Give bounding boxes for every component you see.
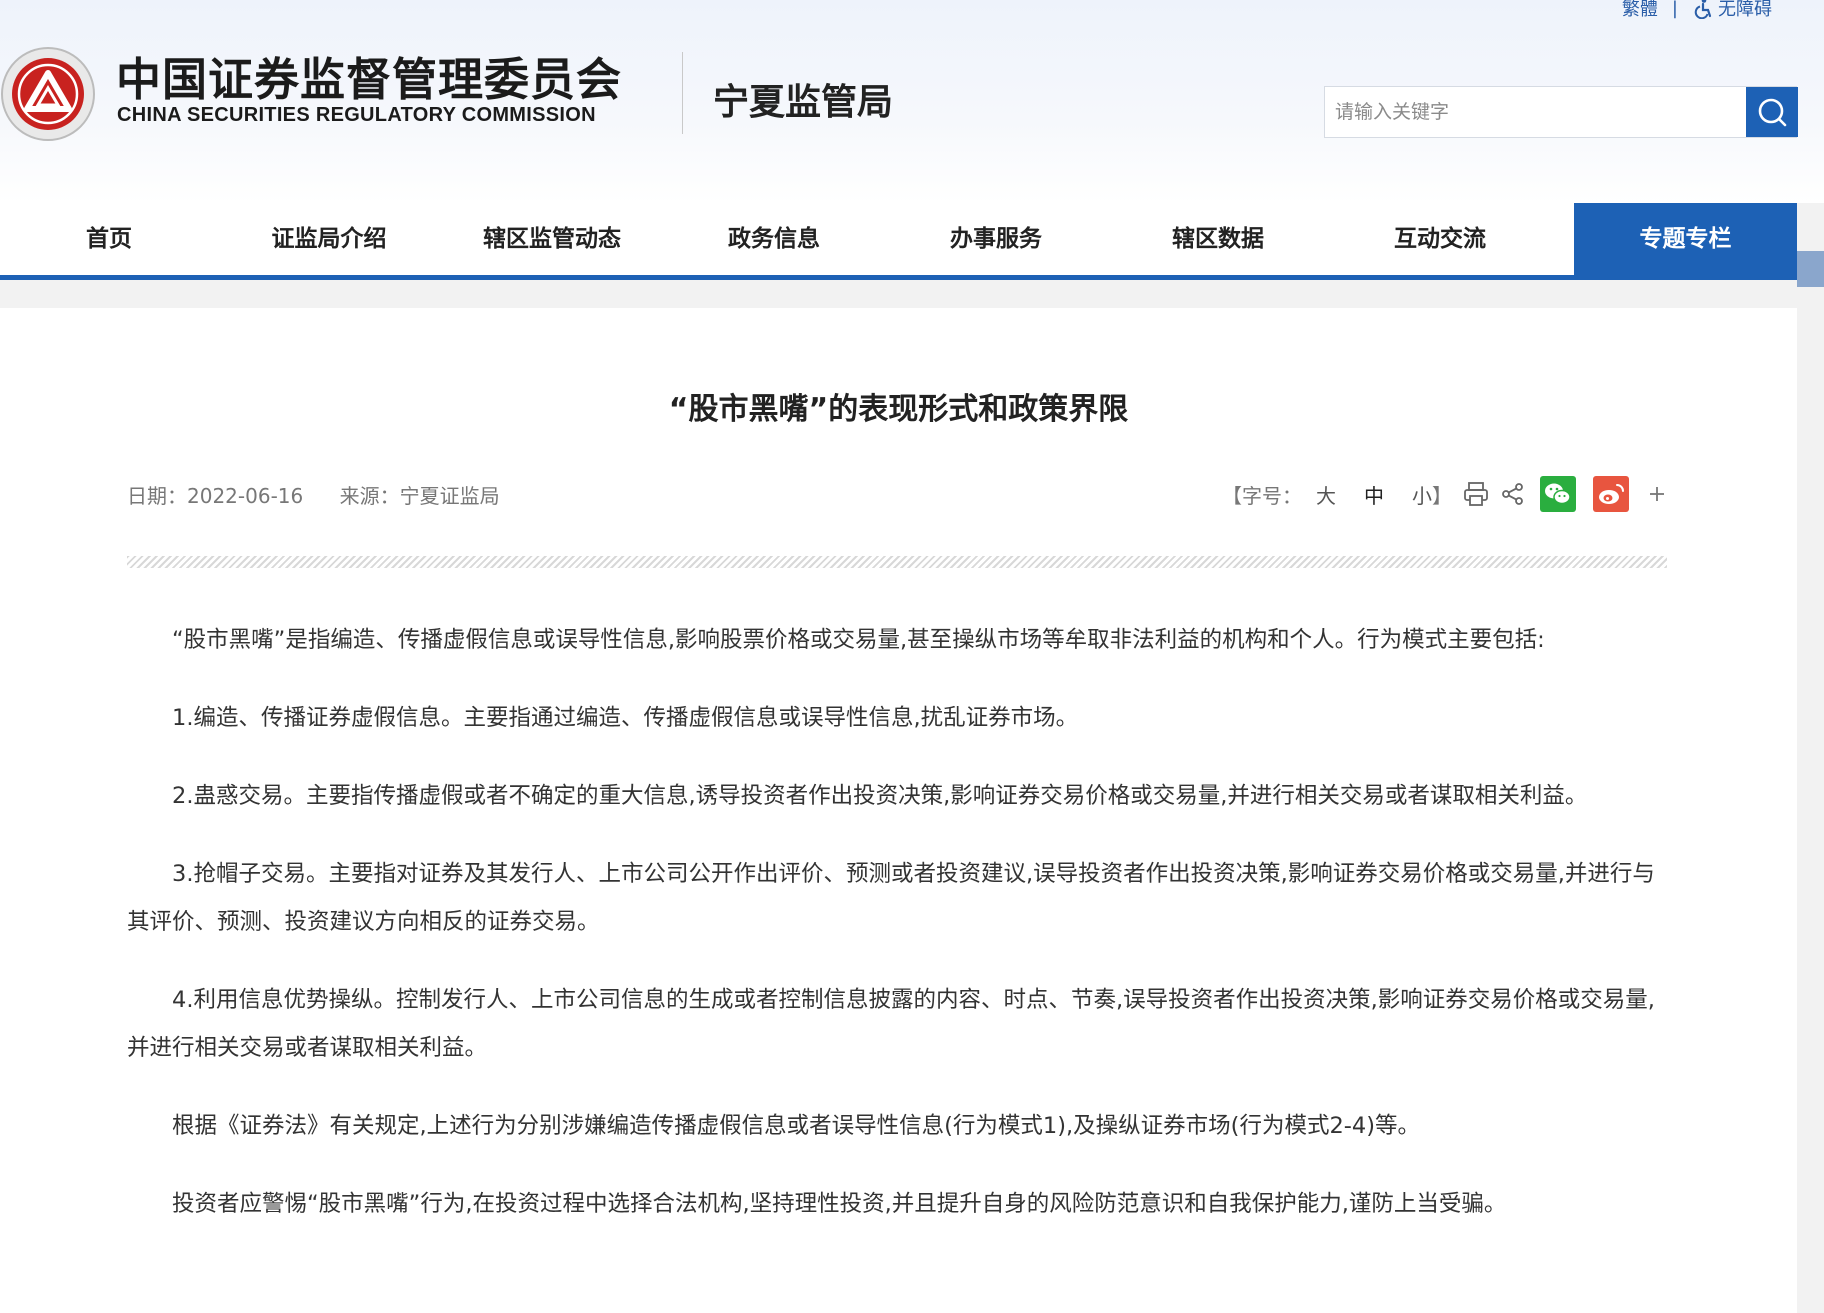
- side-scroll-tab[interactable]: [1797, 251, 1824, 287]
- article-container: “股市黑嘴”的表现形式和政策界限 日期：2022-06-16 来源：宁夏证监局 …: [0, 308, 1797, 1313]
- nav-item-interaction[interactable]: 互动交流: [1351, 203, 1529, 275]
- nav-item-regional-news[interactable]: 辖区监管动态: [463, 203, 641, 275]
- traditional-chinese-link[interactable]: 繁體: [1622, 0, 1658, 21]
- search-icon: [1758, 98, 1787, 127]
- emblem-icon: [1, 47, 95, 141]
- wechat-share-button[interactable]: [1540, 476, 1576, 512]
- search-button[interactable]: [1746, 87, 1798, 137]
- site-header: 繁體 | 无障碍 中国证券监督管理委员会 CHINA SECURITIES RE…: [0, 0, 1824, 203]
- article-paragraph: 投资者应警惕“股市黑嘴”行为,在投资过程中选择合法机构,坚持理性投资,并且提升自…: [172, 1191, 1507, 1217]
- article-paragraph: 4.利用信息优势操纵。控制发行人、上市公司信息的生成或者控制信息披露的内容、时点…: [127, 987, 1655, 1061]
- search-input[interactable]: [1325, 87, 1745, 137]
- article-paragraph: 1.编造、传播证券虚假信息。主要指通过编造、传播虚假信息或误导性信息,扰乱证券市…: [172, 705, 1079, 731]
- accessibility-label: 无障碍: [1718, 0, 1772, 20]
- share-button[interactable]: [1500, 481, 1526, 507]
- org-name-cn: 中国证券监督管理委员会: [116, 53, 623, 106]
- accessibility-icon: [1694, 0, 1712, 19]
- nav-item-services[interactable]: 办事服务: [907, 203, 1085, 275]
- header-divider: [682, 52, 683, 134]
- font-size-medium[interactable]: 中: [1364, 480, 1384, 509]
- title-separator: [127, 556, 1667, 568]
- font-size-close: 】: [1432, 483, 1452, 508]
- print-button[interactable]: [1462, 480, 1490, 508]
- wechat-icon: [1540, 476, 1576, 512]
- print-icon: [1464, 482, 1488, 506]
- org-name-en: CHINA SECURITIES REGULATORY COMMISSION: [117, 104, 596, 126]
- top-link-separator: |: [1671, 0, 1678, 19]
- share-icon: [1502, 483, 1523, 505]
- nav-item-home[interactable]: 首页: [20, 203, 198, 275]
- article-body: “股市黑嘴”是指编造、传播虚假信息或误导性信息,影响股票价格或交易量,甚至操纵市…: [127, 616, 1657, 1258]
- font-size-label: 【字号：: [1222, 483, 1302, 508]
- article-paragraph: 根据《证券法》有关规定,上述行为分别涉嫌编造传播虚假信息或者误导性信息(行为模式…: [172, 1113, 1420, 1139]
- article-tools: 【字号： 大 中 小 】: [1222, 474, 1667, 514]
- accessibility-link[interactable]: 无障碍: [1692, 0, 1772, 21]
- main-nav: 首页 证监局介绍 辖区监管动态 政务信息 办事服务 辖区数据 互动交流 专题专栏: [0, 203, 1797, 280]
- nav-item-regional-data[interactable]: 辖区数据: [1129, 203, 1307, 275]
- nav-item-bureau-intro[interactable]: 证监局介绍: [240, 203, 418, 275]
- font-size-large[interactable]: 大: [1316, 480, 1336, 509]
- weibo-icon: [1593, 476, 1629, 512]
- article-title: “股市黑嘴”的表现形式和政策界限: [668, 392, 1129, 427]
- nav-item-government-info[interactable]: 政务信息: [685, 203, 863, 275]
- more-share-button[interactable]: [1647, 484, 1667, 504]
- bureau-name: 宁夏监管局: [713, 82, 894, 123]
- article-source: 来源：宁夏证监局: [339, 484, 500, 508]
- font-size-small[interactable]: 小: [1412, 480, 1432, 509]
- search-box: [1324, 86, 1798, 138]
- weibo-share-button[interactable]: [1593, 476, 1629, 512]
- article-paragraph: 2.蛊惑交易。主要指传播虚假或者不确定的重大信息,诱导投资者作出投资决策,影响证…: [172, 783, 1588, 809]
- top-links: 繁體 | 无障碍: [1622, 0, 1772, 22]
- article-date: 日期：2022-06-16: [127, 484, 304, 508]
- article-meta: 日期：2022-06-16 来源：宁夏证监局: [127, 480, 530, 509]
- article-paragraph: 3.抢帽子交易。主要指对证券及其发行人、上市公司公开作出评价、预测或者投资建议,…: [127, 861, 1655, 935]
- plus-icon: [1650, 487, 1664, 501]
- article-paragraph: “股市黑嘴”是指编造、传播虚假信息或误导性信息,影响股票价格或交易量,甚至操纵市…: [172, 627, 1545, 653]
- nav-item-special-topics[interactable]: 专题专栏: [1574, 203, 1797, 275]
